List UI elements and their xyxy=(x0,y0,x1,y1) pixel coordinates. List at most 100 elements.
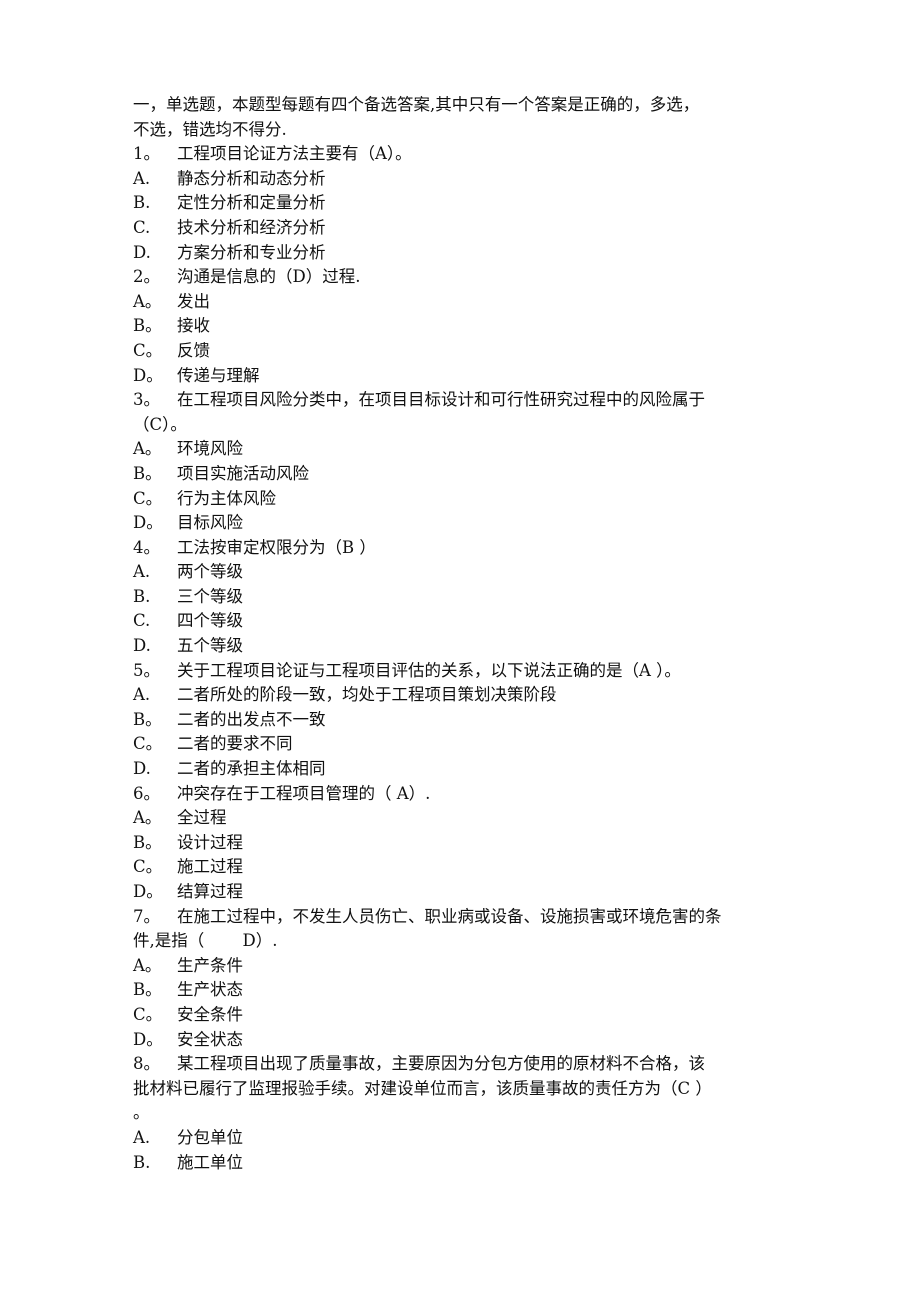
question-text: 在施工过程中，不发生人员伤亡、职业病或设备、设施损害或环境危害的条 xyxy=(177,906,722,926)
option-text: 分包单位 xyxy=(177,1127,243,1147)
option-label: C。 xyxy=(133,857,163,877)
option-label: B。 xyxy=(133,980,162,1000)
option-text: 生产状态 xyxy=(177,980,243,1000)
option-label: B. xyxy=(133,1152,151,1172)
document-page: 一，单选题，本题型每题有四个备选答案,其中只有一个答案是正确的，多选， 不选，错… xyxy=(133,93,793,1175)
question-4: 4。 工法按审定权限分为（B ） A. 两个等级 B. 三个等级 C. 四个等级 D. 五个等级 xyxy=(133,536,793,659)
option-label: B。 xyxy=(133,709,162,729)
answer-option: C。 施工过程 xyxy=(133,855,793,880)
answer-option: C。 反馈 xyxy=(133,339,793,364)
question-text: （C）。 xyxy=(133,414,187,434)
question-stem: 8。 某工程项目出现了质量事故，主要原因为分包方使用的原材料不合格，该 xyxy=(133,1052,793,1077)
answer-option: D. 二者的承担主体相同 xyxy=(133,757,793,782)
answer-option: B。 二者的出发点不一致 xyxy=(133,708,793,733)
option-text: 二者的出发点不一致 xyxy=(177,709,326,729)
option-label: C。 xyxy=(133,1004,163,1024)
option-text: 五个等级 xyxy=(177,636,243,656)
option-label: D. xyxy=(133,636,151,656)
question-6: 6。 冲突存在于工程项目管理的（ A）. A。 全过程 B。 设计过程 C。 施工过程 D。 结算… xyxy=(133,782,793,905)
question-number: 1。 xyxy=(133,144,160,164)
option-label: D。 xyxy=(133,882,163,901)
option-label: B. xyxy=(133,586,151,606)
option-label: B. xyxy=(133,193,151,213)
option-label: D。 xyxy=(133,513,163,533)
option-text: 静态分析和动态分析 xyxy=(177,168,326,188)
question-text: 件,是指（ D）. xyxy=(133,931,278,951)
answer-option: A。 全过程 xyxy=(133,806,793,831)
question-number: 4。 xyxy=(133,537,160,557)
question-stem: 3。 在工程项目风险分类中，在项目目标设计和可行性研究过程中的风险属于 xyxy=(133,388,793,413)
option-label: C. xyxy=(133,611,151,631)
question-stem: 1。 工程项目论证方法主要有（A）。 xyxy=(133,142,793,167)
option-label: B。 xyxy=(133,832,162,852)
answer-option: B. 三个等级 xyxy=(133,585,793,610)
question-number: 6。 xyxy=(133,783,160,803)
option-label: C。 xyxy=(133,340,163,360)
answer-option: B. 施工单位 xyxy=(133,1151,793,1176)
option-text: 发出 xyxy=(177,291,210,311)
option-text: 接收 xyxy=(177,316,210,336)
answer-option: A. 分包单位 xyxy=(133,1126,793,1151)
option-label: C。 xyxy=(133,488,163,508)
option-label: C。 xyxy=(133,734,163,754)
question-list: 1。 工程项目论证方法主要有（A）。 A. 静态分析和动态分析 B. 定性分析和定量分析 C… xyxy=(133,142,793,1175)
answer-option: A. 静态分析和动态分析 xyxy=(133,167,793,192)
question-stem-continuation: （C）。 xyxy=(133,413,793,438)
question-stem-continuation: 。 xyxy=(133,1101,793,1126)
instructions-line-2: 不选，错选均不得分. xyxy=(133,119,287,139)
option-text: 目标风险 xyxy=(177,513,243,533)
question-1: 1。 工程项目论证方法主要有（A）。 A. 静态分析和动态分析 B. 定性分析和定量分析 C… xyxy=(133,142,793,265)
question-5: 5。 关于工程项目论证与工程项目评估的关系，以下说法正确的是（A ）。 A. 二者所处… xyxy=(133,659,793,782)
option-text: 施工过程 xyxy=(177,857,243,877)
question-2: 2。 沟通是信息的（D）过程. A。 发出 B。 接收 C。 反馈 D。 传递与理解 xyxy=(133,265,793,388)
question-text: 某工程项目出现了质量事故，主要原因为分包方使用的原材料不合格，该 xyxy=(177,1054,705,1074)
option-text: 全过程 xyxy=(177,808,227,828)
option-text: 传递与理解 xyxy=(177,365,260,385)
question-number: 2。 xyxy=(133,267,160,287)
question-3: 3。 在工程项目风险分类中，在项目目标设计和可行性研究过程中的风险属于 （C）。 A。… xyxy=(133,388,793,536)
question-number: 7。 xyxy=(133,906,160,926)
instructions-line-1: 一，单选题，本题型每题有四个备选答案,其中只有一个答案是正确的，多选， xyxy=(133,95,700,114)
option-text: 技术分析和经济分析 xyxy=(177,217,326,237)
option-label: A. xyxy=(133,685,151,705)
answer-option: A。 生产条件 xyxy=(133,954,793,979)
question-text: 批材料已履行了监理报验手续。对建设单位而言，该质量事故的责任方为（C ） xyxy=(133,1078,712,1098)
answer-option: D. 五个等级 xyxy=(133,634,793,659)
question-text: 在工程项目风险分类中，在项目目标设计和可行性研究过程中的风险属于 xyxy=(177,390,705,410)
question-stem: 6。 冲突存在于工程项目管理的（ A）. xyxy=(133,782,793,807)
option-label: A. xyxy=(133,562,151,582)
answer-option: C. 技术分析和经济分析 xyxy=(133,216,793,241)
option-text: 三个等级 xyxy=(177,586,243,606)
option-text: 两个等级 xyxy=(177,562,243,582)
answer-option: D。 结算过程 xyxy=(133,880,793,905)
option-label: C. xyxy=(133,217,151,237)
answer-option: A。 发出 xyxy=(133,290,793,315)
question-text: 工程项目论证方法主要有（A）。 xyxy=(177,144,412,164)
question-stem: 2。 沟通是信息的（D）过程. xyxy=(133,265,793,290)
question-text: 关于工程项目论证与工程项目评估的关系，以下说法正确的是（A ）。 xyxy=(177,660,681,680)
answer-option: B。 设计过程 xyxy=(133,831,793,856)
answer-option: A. 两个等级 xyxy=(133,560,793,585)
answer-option: D。 目标风险 xyxy=(133,511,793,536)
option-text: 结算过程 xyxy=(177,882,243,901)
option-text: 行为主体风险 xyxy=(177,488,276,508)
answer-option: A. 二者所处的阶段一致，均处于工程项目策划决策阶段 xyxy=(133,683,793,708)
question-stem-continuation: 件,是指（ D）. xyxy=(133,929,793,954)
option-label: D. xyxy=(133,242,151,262)
question-text: 。 xyxy=(133,1103,150,1123)
answer-option: B。 项目实施活动风险 xyxy=(133,462,793,487)
question-stem-continuation: 批材料已履行了监理报验手续。对建设单位而言，该质量事故的责任方为（C ） xyxy=(133,1077,793,1102)
answer-option: C。 二者的要求不同 xyxy=(133,732,793,757)
question-text: 沟通是信息的（D）过程. xyxy=(177,267,361,287)
option-label: D。 xyxy=(133,365,163,385)
option-text: 项目实施活动风险 xyxy=(177,463,309,483)
answer-option: B. 定性分析和定量分析 xyxy=(133,191,793,216)
question-number: 3。 xyxy=(133,390,160,410)
option-text: 安全状态 xyxy=(177,1029,243,1049)
question-text: 冲突存在于工程项目管理的（ A）. xyxy=(177,783,431,803)
option-text: 设计过程 xyxy=(177,832,243,852)
answer-option: C。 安全条件 xyxy=(133,1003,793,1028)
answer-option: C。 行为主体风险 xyxy=(133,487,793,512)
option-label: D. xyxy=(133,759,151,779)
option-text: 生产条件 xyxy=(177,955,243,975)
